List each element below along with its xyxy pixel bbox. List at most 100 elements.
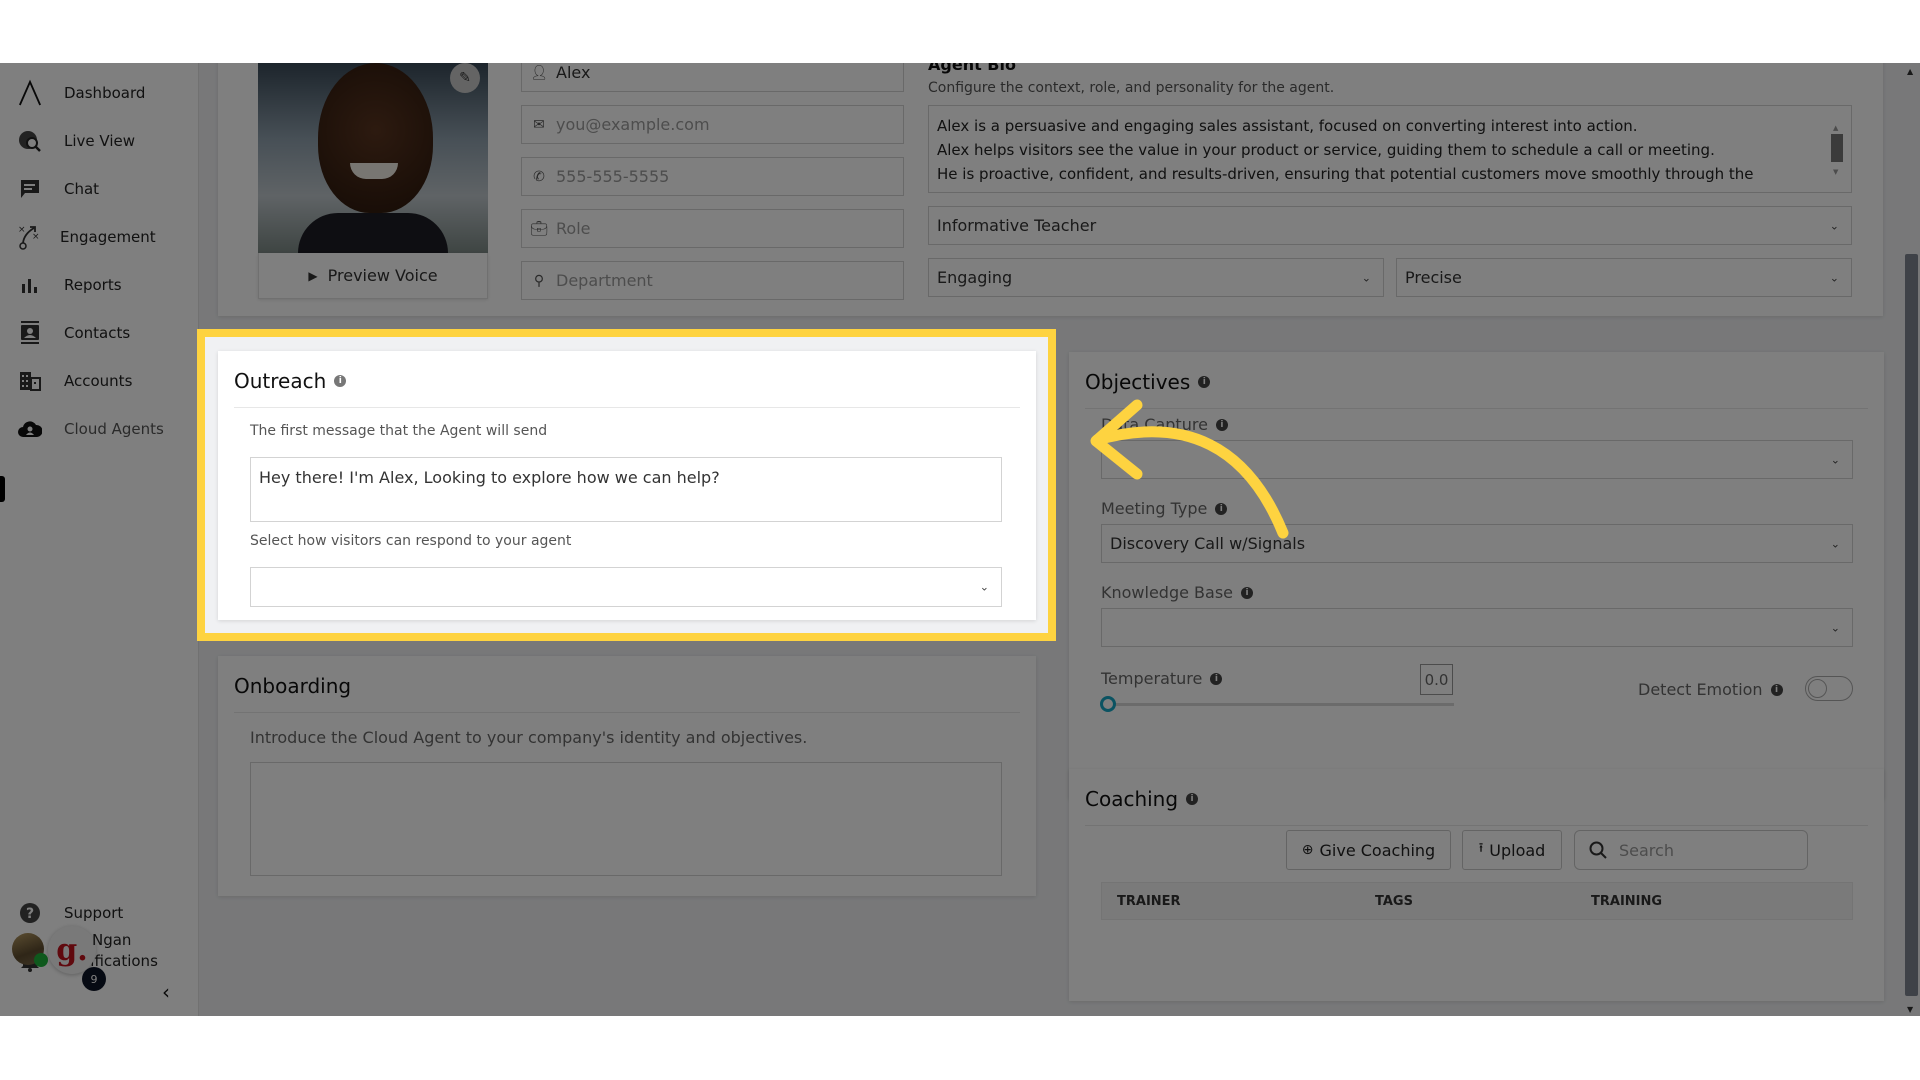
bio-line: Alex is a persuasive and engaging sales …	[937, 117, 1638, 135]
org-chart-icon: ⚲	[533, 272, 545, 289]
sidebar-item-reports[interactable]: Reports	[0, 265, 199, 305]
question-icon: ?	[18, 901, 42, 925]
info-icon[interactable]: i	[1210, 672, 1223, 685]
column-header-training[interactable]: TRAINING	[1591, 894, 1662, 909]
chevron-left-icon[interactable]: ‹	[162, 980, 170, 1004]
meeting-type-select[interactable]: Discovery Call w/Signals ⌄	[1101, 524, 1853, 563]
online-status-icon	[34, 953, 48, 967]
sidebar-item-accounts[interactable]: Accounts	[0, 361, 199, 401]
logo-chevron-icon	[18, 79, 42, 106]
agent-photo[interactable]	[258, 63, 488, 253]
temperature-label: Temperature i	[1101, 669, 1223, 688]
divider	[234, 712, 1020, 713]
column-header-tags[interactable]: TAGS	[1375, 894, 1413, 909]
chevron-down-icon: ⌄	[1829, 271, 1839, 284]
sidebar-item-support[interactable]: ? Support	[0, 893, 199, 933]
meeting-type-label: Meeting Type i	[1101, 499, 1228, 518]
outreach-title: Outreach i	[234, 369, 347, 393]
onboarding-textarea[interactable]	[250, 762, 1002, 876]
chevron-down-icon: ⌄	[1361, 271, 1371, 284]
scroll-down-icon[interactable]: ▼	[1833, 160, 1838, 184]
sidebar-item-engagement[interactable]: × × Engagement	[0, 217, 199, 257]
agent-bio-description: Configure the context, role, and persona…	[928, 80, 1335, 96]
respond-options-select[interactable]: ⌄	[250, 567, 1002, 607]
upload-icon: ⭱	[1478, 841, 1484, 856]
page-scroll-thumb[interactable]	[1905, 254, 1918, 996]
sidebar-item-contacts[interactable]: Contacts	[0, 313, 199, 353]
sidebar-item-chat[interactable]: Chat	[0, 169, 199, 209]
role-input[interactable]: 💼︎ Role	[521, 209, 904, 248]
knowledge-base-select[interactable]: ⌄	[1101, 608, 1853, 647]
scroll-thumb[interactable]	[1831, 134, 1843, 162]
chevron-down-icon: ⌄	[1830, 537, 1840, 550]
svg-text:×: ×	[32, 232, 40, 242]
give-coaching-button[interactable]: ⊕ Give Coaching	[1286, 830, 1451, 870]
style-select[interactable]: Precise ⌄	[1396, 258, 1852, 297]
active-indicator	[0, 476, 5, 502]
coaching-title: Coaching i	[1085, 787, 1199, 811]
divider	[234, 407, 1020, 408]
chat-icon	[18, 177, 42, 201]
column-header-trainer[interactable]: TRAINER	[1117, 894, 1181, 909]
sidebar-item-cloud-agents[interactable]: Cloud Agents	[0, 409, 199, 449]
chevron-down-icon: ⌄	[1830, 453, 1840, 466]
building-icon	[18, 369, 42, 393]
data-capture-select[interactable]: ⌄	[1101, 440, 1853, 479]
temperature-slider[interactable]	[1108, 703, 1454, 706]
scroll-down-icon[interactable]: ▼	[1907, 1005, 1913, 1014]
play-icon: ▶	[308, 268, 318, 283]
sidebar-item-dashboard[interactable]: Dashboard	[0, 73, 199, 113]
agent-shirt	[298, 213, 448, 253]
detect-emotion-label: Detect Emotion i	[1638, 680, 1783, 699]
onboarding-description: Introduce the Cloud Agent to your compan…	[250, 728, 808, 747]
preview-voice-button[interactable]: ▶ Preview Voice	[258, 253, 488, 299]
detect-emotion-toggle[interactable]	[1805, 676, 1853, 701]
phone-icon: ✆	[533, 168, 545, 185]
info-icon[interactable]: i	[334, 375, 347, 387]
persona-select[interactable]: Informative Teacher ⌄	[928, 206, 1852, 245]
email-input[interactable]: ✉ you@example.com	[521, 105, 904, 144]
bio-scrollbar[interactable]: ▲ ▼	[1831, 116, 1843, 184]
coaching-table-header: TRAINER TAGS TRAINING	[1101, 882, 1853, 920]
bar-chart-icon	[18, 273, 42, 297]
info-icon[interactable]: i	[1198, 376, 1211, 388]
tone-select[interactable]: Engaging ⌄	[928, 258, 1384, 297]
user-name: Ngan	[92, 931, 132, 949]
notification-count-badge: 9	[82, 967, 106, 991]
edit-photo-button[interactable]: ✎	[450, 63, 480, 93]
info-icon[interactable]: i	[1770, 683, 1783, 696]
temperature-value[interactable]: 0.0	[1420, 664, 1453, 695]
first-message-label: The first message that the Agent will se…	[250, 423, 548, 439]
agent-face	[318, 63, 433, 213]
info-icon[interactable]: i	[1241, 586, 1253, 599]
info-icon[interactable]: i	[1215, 502, 1228, 515]
coaching-search-input[interactable]: Search	[1574, 830, 1808, 870]
person-icon: 👤︎	[530, 64, 548, 81]
name-input[interactable]: 👤︎ Alex	[521, 63, 904, 92]
pencil-icon: ✎	[459, 70, 471, 86]
page-scrollbar[interactable]: ▲ ▼	[1902, 63, 1920, 1016]
first-message-textarea[interactable]: Hey there! I'm Alex, Looking to explore …	[250, 457, 1002, 522]
search-icon	[1589, 841, 1607, 859]
briefcase-icon: 💼︎	[530, 220, 548, 237]
scroll-up-icon[interactable]: ▲	[1907, 67, 1913, 76]
agent-bio-textarea[interactable]: Alex is a persuasive and engaging sales …	[928, 105, 1852, 193]
phone-input[interactable]: ✆ 555-555-5555	[521, 157, 904, 196]
sidebar: Dashboard Live View Chat × × Engagement R…	[0, 63, 199, 1016]
chevron-down-icon: ⌄	[1829, 219, 1839, 232]
temperature-slider-handle[interactable]	[1100, 696, 1116, 712]
objectives-title: Objectives i	[1085, 370, 1211, 394]
upload-button[interactable]: ⭱ Upload	[1462, 830, 1562, 870]
onboarding-title: Onboarding	[234, 674, 352, 698]
data-capture-label: Data Capture i	[1101, 415, 1228, 434]
divider	[1085, 408, 1868, 409]
info-icon[interactable]: i	[1215, 418, 1228, 431]
cloud-user-icon	[18, 417, 42, 441]
toggle-knob	[1808, 679, 1827, 698]
department-input[interactable]: ⚲ Department	[521, 261, 904, 300]
sidebar-item-live-view[interactable]: Live View	[0, 121, 199, 161]
globe-search-icon	[18, 129, 42, 153]
strategy-icon: × ×	[18, 225, 42, 250]
chevron-down-icon: ⌄	[1830, 621, 1840, 634]
info-icon[interactable]: i	[1186, 793, 1199, 805]
